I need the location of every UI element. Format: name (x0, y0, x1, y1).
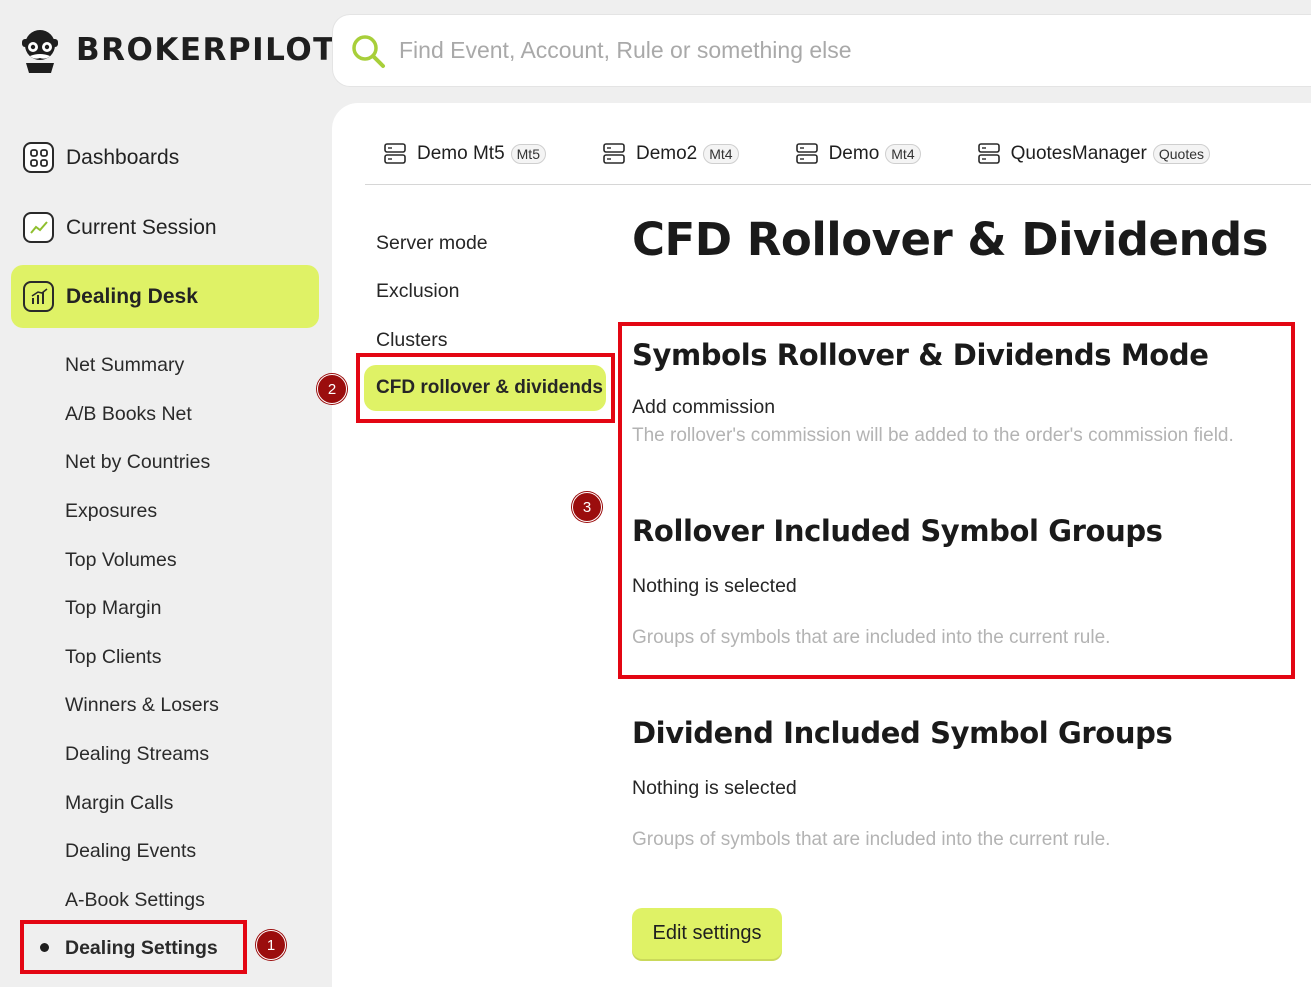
sidebar-subitem-top-clients[interactable]: Top Clients (65, 645, 161, 669)
server-type-badge: Quotes (1152, 143, 1210, 164)
sidebar-subitem-net-summary[interactable]: Net Summary (65, 353, 184, 377)
sidebar-subitem-dealing-streams[interactable]: Dealing Streams (65, 742, 209, 766)
sidebar-subitem-top-volumes[interactable]: Top Volumes (65, 548, 177, 572)
server-icon (795, 142, 818, 164)
search-input[interactable] (399, 37, 1099, 64)
settings-nav-clusters[interactable]: Clusters (376, 329, 448, 352)
server-name: Demo (828, 142, 880, 164)
server-tabs: Demo Mt5 Mt5 Demo2 Mt4 Demo Mt4 QuotesMa… (365, 123, 1311, 185)
brand-name: BROKERPILOT (76, 32, 336, 68)
session-chart-icon (23, 212, 54, 243)
sidebar-subitem-net-by-countries[interactable]: Net by Countries (65, 450, 210, 474)
dividend-groups-description: Groups of symbols that are included into… (632, 829, 1111, 850)
dividend-groups-value: Nothing is selected (632, 777, 797, 799)
sidebar-item-current-session[interactable]: Current Session (11, 196, 319, 259)
settings-nav-server-mode[interactable]: Server mode (376, 232, 488, 255)
sidebar-subitem-top-margin[interactable]: Top Margin (65, 596, 161, 620)
step-marker-3: 3 (572, 492, 602, 522)
edit-settings-button[interactable]: Edit settings (632, 908, 782, 959)
highlight-box-dealing-settings (20, 920, 247, 974)
sidebar-item-label: Dashboards (66, 145, 180, 169)
sidebar-subitem-exposures[interactable]: Exposures (65, 499, 157, 523)
server-tab-demo[interactable]: Demo Mt4 (777, 142, 921, 166)
section-title-dividend-groups: Dividend Included Symbol Groups (632, 716, 1173, 750)
dashboards-icon (23, 142, 54, 173)
sidebar-subitem-a-book-settings[interactable]: A-Book Settings (65, 888, 205, 912)
server-name: Demo2 (635, 142, 698, 164)
sidebar-item-dealing-desk[interactable]: Dealing Desk (11, 265, 319, 328)
settings-nav-exclusion[interactable]: Exclusion (376, 280, 459, 303)
page-title: CFD Rollover & Dividends (632, 213, 1269, 266)
highlight-box-rollover-settings (618, 322, 1295, 679)
pilot-logo-icon (22, 30, 58, 73)
server-type-badge: Mt4 (885, 143, 921, 164)
server-name: Demo Mt5 (417, 142, 505, 164)
global-search[interactable] (332, 14, 1311, 87)
server-tab-demo2[interactable]: Demo2 Mt4 (584, 142, 739, 166)
sidebar-subitem-ab-books-net[interactable]: A/B Books Net (65, 402, 192, 426)
server-type-badge: Mt4 (703, 143, 739, 164)
search-icon (352, 34, 385, 68)
dealing-desk-icon (23, 281, 54, 312)
sidebar-item-label: Current Session (66, 215, 217, 239)
server-name: QuotesManager (1010, 142, 1147, 164)
server-type-badge: Mt5 (510, 143, 546, 164)
server-icon (603, 142, 625, 164)
server-tab-quotesmanager[interactable]: QuotesManager Quotes (959, 142, 1210, 166)
sidebar-item-label: Dealing Desk (66, 284, 198, 308)
sidebar-subitem-winners-losers[interactable]: Winners & Losers (65, 693, 219, 717)
sidebar-subitem-dealing-events[interactable]: Dealing Events (65, 839, 196, 863)
server-tab-demo-mt5[interactable]: Demo Mt5 Mt5 (365, 142, 546, 166)
highlight-box-cfd-rollover (356, 353, 615, 423)
step-marker-1: 1 (256, 930, 286, 960)
sidebar-subitem-margin-calls[interactable]: Margin Calls (65, 791, 173, 815)
step-marker-2: 2 (317, 374, 347, 404)
sidebar-item-dashboards[interactable]: Dashboards (11, 126, 319, 189)
server-icon (384, 142, 406, 164)
server-icon (977, 142, 1000, 164)
brand-logo[interactable]: BROKERPILOT (18, 25, 336, 75)
